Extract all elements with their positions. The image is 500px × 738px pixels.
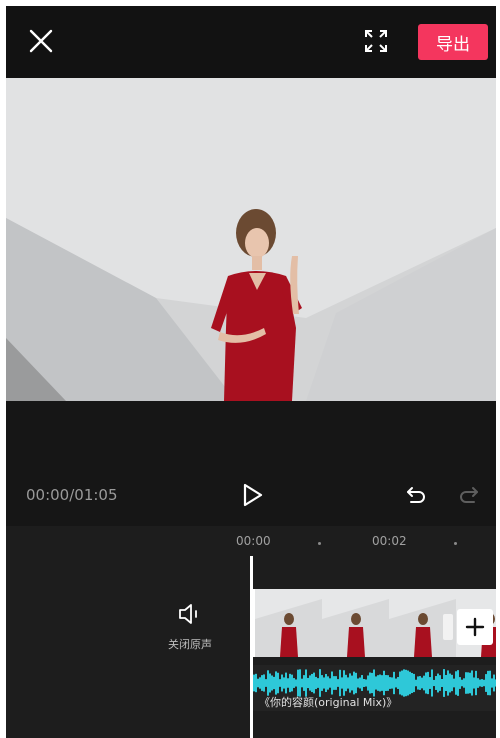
add-clip-button[interactable] (457, 609, 493, 645)
playhead[interactable] (250, 556, 253, 738)
close-icon[interactable] (28, 28, 54, 54)
video-editor-screen: 导出 00:00/01:05 00:00 00:02 关闭原声 《你的容颜(or… (6, 6, 496, 738)
plus-icon (465, 617, 485, 637)
export-button[interactable]: 导出 (418, 24, 488, 60)
speaker-icon[interactable] (177, 602, 203, 626)
ruler-tick-label: 00:02 (372, 534, 407, 548)
time-readout: 00:00/01:05 (26, 486, 118, 504)
redo-icon (457, 483, 481, 507)
timeline[interactable]: 00:00 00:02 关闭原声 《你的容颜(original Mix)》 (6, 526, 496, 738)
top-bar: 导出 (6, 6, 496, 78)
clip-thumbnail (255, 589, 322, 657)
player-controls: 00:00/01:05 (6, 401, 496, 526)
video-preview[interactable] (6, 78, 496, 401)
clip-trim-handle[interactable] (443, 614, 453, 640)
mute-original-audio-button[interactable]: 关闭原声 (167, 636, 213, 652)
audio-track[interactable]: 《你的容颜(original Mix)》 (253, 665, 496, 711)
ruler-dot (454, 542, 457, 545)
audio-track-title: 《你的容颜(original Mix)》 (259, 696, 398, 709)
fullscreen-icon[interactable] (363, 28, 389, 54)
ruler-tick-label: 00:00 (236, 534, 271, 548)
play-icon[interactable] (239, 482, 265, 508)
preview-image (6, 78, 496, 401)
clip-thumbnail (322, 589, 389, 657)
ruler-dot (318, 542, 321, 545)
undo-icon[interactable] (404, 483, 428, 507)
